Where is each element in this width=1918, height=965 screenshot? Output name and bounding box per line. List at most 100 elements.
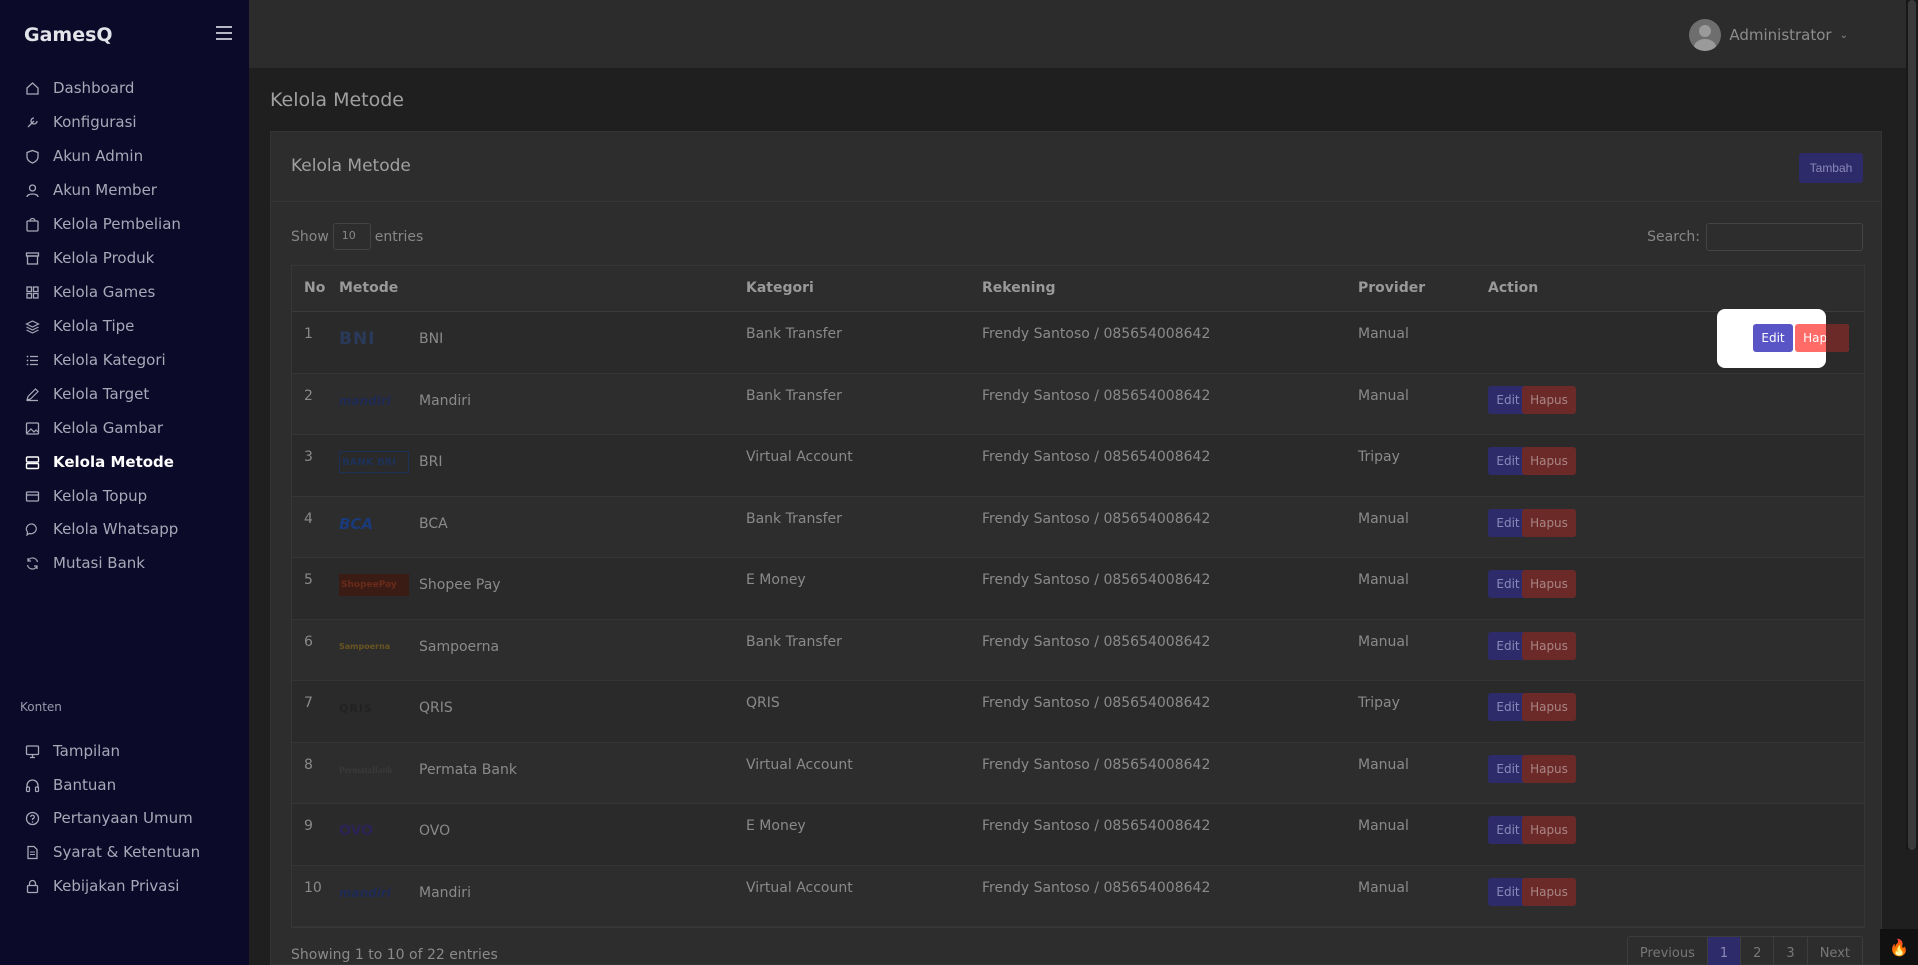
sidebar-item-mutasi-bank[interactable]: Mutasi Bank <box>0 546 249 580</box>
bank-logo: OVO <box>339 823 374 839</box>
cell-provider: Manual <box>1358 572 1409 588</box>
methods-table: No Metode Kategori Rekening Provider Act… <box>291 265 1865 928</box>
sidebar-item-label: Mutasi Bank <box>53 554 145 572</box>
sidebar-item-syarat-ketentuan[interactable]: Syarat & Ketentuan <box>0 835 249 869</box>
bank-logo: PermataBank <box>339 764 393 775</box>
cell-metode: QRIS QRIS <box>339 697 453 719</box>
bank-logo: Sampoerna <box>339 642 391 651</box>
pagination-page-1[interactable]: 1 <box>1707 937 1742 965</box>
hamburger-menu-icon[interactable] <box>216 26 232 40</box>
sidebar-item-kelola-produk[interactable]: Kelola Produk <box>0 241 249 275</box>
image-icon <box>25 421 40 436</box>
bank-logo: BANK BRI <box>339 451 409 473</box>
column-header-metode[interactable]: Metode <box>339 280 398 296</box>
delete-button[interactable]: Hapus <box>1522 754 1576 783</box>
pagination-page-2[interactable]: 2 <box>1741 937 1775 965</box>
column-header-action: Action <box>1488 280 1539 296</box>
sidebar-item-pertanyaan-umum[interactable]: Pertanyaan Umum <box>0 801 249 835</box>
pagination-previous[interactable]: Previous <box>1628 937 1708 965</box>
cell-no: 9 <box>304 818 313 834</box>
sidebar-item-kelola-target[interactable]: Kelola Target <box>0 377 249 411</box>
pagination-next[interactable]: Next <box>1808 937 1862 965</box>
column-header-kategori[interactable]: Kategori <box>746 280 814 296</box>
pagination: Previous 1 2 3 Next <box>1626 936 1863 965</box>
sidebar-item-label: Akun Member <box>53 181 157 199</box>
card-header: Kelola Metode Tambah <box>271 132 1881 202</box>
bank-logo: mandiri <box>339 393 391 408</box>
monitor-icon <box>25 744 40 759</box>
column-header-rekening[interactable]: Rekening <box>982 280 1055 296</box>
cell-provider: Manual <box>1358 818 1409 834</box>
pagination-page-3[interactable]: 3 <box>1774 937 1808 965</box>
delete-button[interactable]: Hapus <box>1522 570 1576 598</box>
delete-button[interactable]: Hapus <box>1522 631 1576 660</box>
table-row: 9 OVO OVO E Money Frendy Santoso / 085654008… <box>292 804 1864 866</box>
delete-button[interactable]: Hapus <box>1522 693 1576 721</box>
table-row: 8 PermataBank Permata Bank Virtual Account F… <box>292 743 1864 804</box>
delete-button[interactable]: Hapus <box>1522 816 1576 844</box>
cell-provider: Manual <box>1358 387 1409 404</box>
brand-logo[interactable]: GamesQ <box>24 24 113 46</box>
avatar <box>1689 19 1722 51</box>
sidebar-item-akun-admin[interactable]: Akun Admin <box>0 139 249 173</box>
delete-button[interactable]: Hapus <box>1522 877 1576 906</box>
sidebar-item-kelola-tipe[interactable]: Kelola Tipe <box>0 309 249 343</box>
scroll-thumb[interactable] <box>1908 0 1916 850</box>
delete-button[interactable]: Hapus <box>1522 385 1576 414</box>
scrollbar[interactable] <box>1906 0 1918 850</box>
sidebar-item-kelola-whatsapp[interactable]: Kelola Whatsapp <box>0 512 249 546</box>
sidebar-item-dashboard[interactable]: Dashboard <box>0 71 249 105</box>
sidebar-item-tampilan[interactable]: Tampilan <box>0 734 249 768</box>
bank-logo: BCA <box>339 514 374 533</box>
sidebar-item-label: Kelola Whatsapp <box>53 520 179 538</box>
table-row: 4 BCA BCA Bank Transfer Frendy Santoso / 085… <box>292 497 1864 558</box>
metode-name: OVO <box>419 823 451 839</box>
sidebar-item-kelola-gambar[interactable]: Kelola Gambar <box>0 411 249 445</box>
home-icon <box>25 81 40 96</box>
metode-name: Sampoerna <box>419 638 500 655</box>
sidebar-item-bantuan[interactable]: Bantuan <box>0 768 249 802</box>
cell-rekening: Frendy Santoso / 085654008642 <box>982 756 1211 773</box>
entries-select[interactable]: 10 <box>332 223 371 250</box>
cell-kategori: Virtual Account <box>746 879 853 896</box>
sidebar-item-label: Kelola Gambar <box>53 419 164 437</box>
sidebar-item-label: Kelola Metode <box>53 453 174 471</box>
cell-kategori: E Money <box>746 818 806 834</box>
sidebar-item-kelola-kategori[interactable]: Kelola Kategori <box>0 343 249 377</box>
archive-icon <box>25 251 40 266</box>
cell-rekening: Frendy Santoso / 085654008642 <box>982 695 1211 711</box>
add-button[interactable]: Tambah <box>1799 153 1863 183</box>
cell-provider: Tripay <box>1358 695 1400 711</box>
sidebar-item-label: Pertanyaan Umum <box>53 809 193 827</box>
user-menu[interactable]: Administrator ⌄ <box>1689 19 1848 51</box>
delete-button[interactable]: Hapus <box>1522 447 1576 475</box>
bank-logo: QRIS <box>339 701 373 715</box>
flame-icon[interactable]: 🔥 <box>1880 929 1918 965</box>
cell-kategori: Bank Transfer <box>746 633 842 650</box>
search-input[interactable] <box>1706 223 1863 251</box>
sidebar-item-akun-member[interactable]: Akun Member <box>0 173 249 207</box>
sidebar-item-label: Bantuan <box>53 776 117 794</box>
cell-rekening: Frendy Santoso / 085654008642 <box>982 449 1211 465</box>
table-row: 5 ShopeePay Shopee Pay E Money Frendy Santos… <box>292 558 1864 620</box>
cell-kategori: E Money <box>746 572 806 588</box>
table-header: No Metode Kategori Rekening Provider Act… <box>292 266 1864 312</box>
bank-logo: ShopeePay <box>339 574 409 596</box>
cell-metode: PermataBank Permata Bank <box>339 759 517 781</box>
sidebar-item-kelola-metode[interactable]: Kelola Metode <box>0 445 249 479</box>
cell-no: 5 <box>304 572 313 588</box>
column-header-no[interactable]: No <box>304 280 325 296</box>
metode-name: Shopee Pay <box>419 577 501 593</box>
sidebar-item-kelola-games[interactable]: Kelola Games <box>0 275 249 309</box>
sidebar-item-kebijakan-privasi[interactable]: Kebijakan Privasi <box>0 869 249 903</box>
sidebar-item-kelola-pembelian[interactable]: Kelola Pembelian <box>0 207 249 241</box>
metode-name: BRI <box>419 454 443 470</box>
edit-button-highlighted[interactable]: Edit <box>1753 324 1793 352</box>
sidebar-item-konfigurasi[interactable]: Konfigurasi <box>0 105 249 139</box>
column-header-provider[interactable]: Provider <box>1358 280 1425 296</box>
search-label: Search: <box>1647 229 1700 245</box>
delete-button[interactable]: Hapus <box>1522 508 1576 537</box>
sidebar-item-label: Akun Admin <box>53 147 144 165</box>
sidebar-item-kelola-topup[interactable]: Kelola Topup <box>0 479 249 513</box>
cell-provider: Manual <box>1358 326 1409 342</box>
